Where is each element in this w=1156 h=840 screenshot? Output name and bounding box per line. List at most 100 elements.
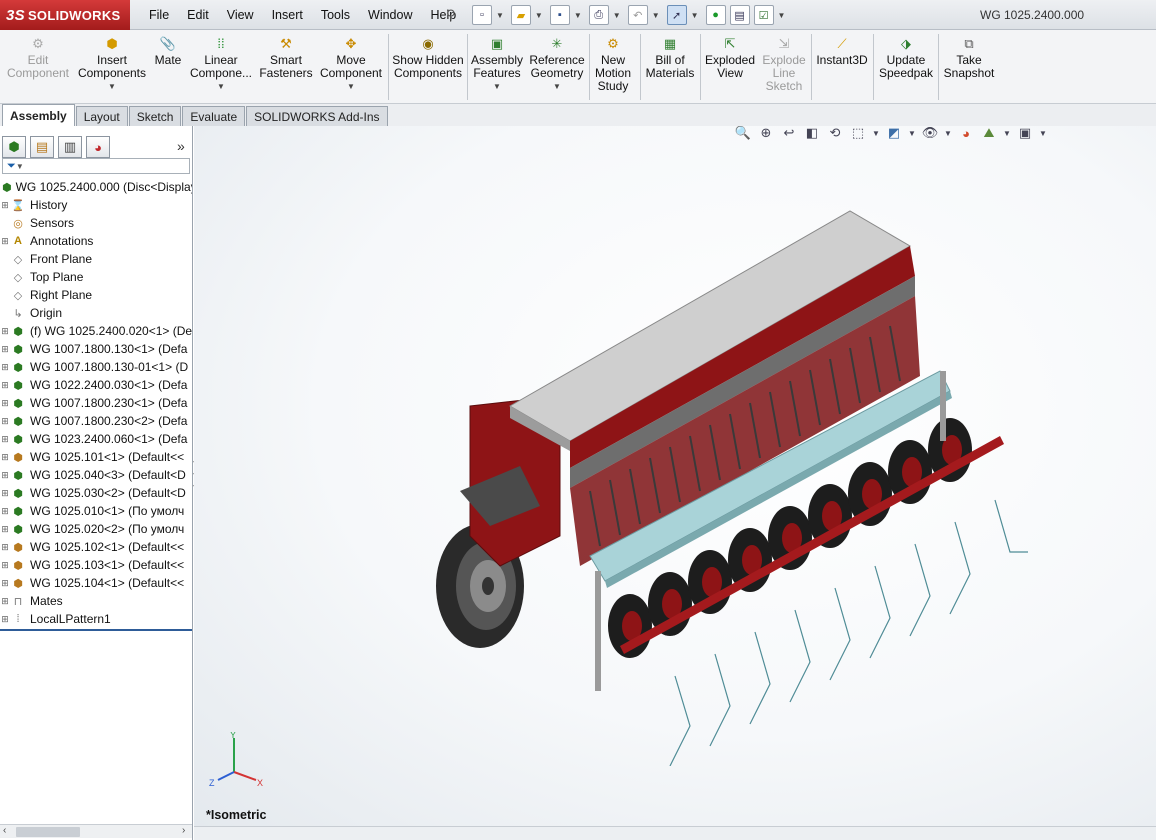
expand-icon[interactable]: ⊞	[0, 524, 10, 535]
edit-component-button[interactable]: ⚙ Edit Component	[6, 34, 70, 80]
new-motion-study-button[interactable]: ⚙ New Motion Study	[591, 34, 635, 93]
save-dropdown-icon[interactable]: ▼	[574, 11, 582, 20]
tree-item[interactable]: ◇ Right Plane	[0, 286, 192, 304]
tree-item[interactable]: ⊞ ⬢ WG 1025.040<3> (Default<D	[0, 466, 192, 484]
reference-geometry-dropdown-icon[interactable]: ▼	[528, 80, 586, 93]
tree-item[interactable]: ↳ Origin	[0, 304, 192, 322]
move-component-button[interactable]: ✥ Move Component ▼	[316, 34, 386, 93]
menu-help[interactable]: Help	[422, 8, 466, 22]
view-orientation-icon[interactable]: ⬚	[849, 126, 867, 142]
view-settings-icon[interactable]: ▣	[1016, 126, 1034, 142]
menu-edit[interactable]: Edit	[178, 8, 218, 22]
new-dropdown-icon[interactable]: ▼	[496, 11, 504, 20]
tree-item[interactable]: ⊞ ⁞ LocalLPattern1	[0, 610, 192, 628]
tree-item[interactable]: ⊞ ⬢ WG 1007.1800.230<2> (Defa	[0, 412, 192, 430]
select-pointer-icon[interactable]: ➚	[666, 5, 687, 25]
menu-tools[interactable]: Tools	[312, 8, 359, 22]
file-properties-icon[interactable]: ▤	[729, 5, 750, 25]
hide-show-dropdown-icon[interactable]: ▼	[944, 126, 952, 142]
expand-icon[interactable]: ⊞	[0, 236, 10, 247]
linear-pattern-dropdown-icon[interactable]: ▼	[188, 80, 254, 93]
mate-button[interactable]: 📎 Mate	[150, 34, 186, 67]
tree-item[interactable]: ⊞ ⬢ WG 1025.102<1> (Default<<	[0, 538, 192, 556]
previous-view-icon[interactable]: ↩	[780, 126, 798, 142]
section-view-icon[interactable]: ◧	[803, 126, 821, 142]
edit-appearance-icon[interactable]: ◕	[957, 126, 975, 142]
tab-layout[interactable]: Layout	[75, 106, 128, 126]
expand-icon[interactable]: ⊞	[0, 488, 10, 499]
expand-icon[interactable]: ⊞	[0, 200, 10, 211]
display-style-icon[interactable]: ◩	[885, 126, 903, 142]
filter-dropdown-icon[interactable]: ▼	[16, 162, 24, 171]
bill-of-materials-button[interactable]: ▦ Bill of Materials	[642, 34, 698, 80]
display-manager-tab-icon[interactable]: ◕	[86, 136, 110, 158]
scrollbar-thumb[interactable]	[16, 827, 80, 837]
expand-icon[interactable]: ⊞	[0, 596, 10, 607]
smart-fasteners-button[interactable]: ⚒ Smart Fasteners	[258, 34, 314, 80]
property-manager-tab-icon[interactable]: ▤	[30, 136, 54, 158]
tree-item[interactable]: ⊞ ⬢ WG 1022.2400.030<1> (Defa	[0, 376, 192, 394]
expand-icon[interactable]: ⊞	[0, 416, 10, 427]
tree-item[interactable]: ⊞ ⬢ WG 1025.104<1> (Default<<	[0, 574, 192, 592]
tree-item[interactable]: ⊞ ⬢ WG 1025.020<2> (По умолч	[0, 520, 192, 538]
linear-pattern-button[interactable]: ⁞⁞ Linear Compone... ▼	[188, 34, 254, 93]
save-icon[interactable]: ▪	[549, 5, 570, 25]
expand-icon[interactable]: ⊞	[0, 452, 10, 463]
instant3d-button[interactable]: ⟋ Instant3D	[813, 34, 871, 67]
zoom-to-fit-icon[interactable]: 🔍	[734, 126, 752, 142]
expand-icon[interactable]: ⊞	[0, 362, 10, 373]
options-dropdown-icon[interactable]: ▼	[778, 11, 786, 20]
configuration-manager-tab-icon[interactable]: ▥	[58, 136, 82, 158]
open-dropdown-icon[interactable]: ▼	[535, 11, 543, 20]
expand-icon[interactable]: ⊞	[0, 398, 10, 409]
update-speedpak-button[interactable]: ⬗ Update Speedpak	[876, 34, 936, 80]
tree-filter-input[interactable]: ⏷ ▼	[2, 158, 190, 174]
assembly-features-button[interactable]: ▣ Assembly Features ▼	[469, 34, 525, 93]
tree-item[interactable]: ⊞ ⊓ Mates	[0, 592, 192, 610]
tree-item[interactable]: ◎ Sensors	[0, 214, 192, 232]
take-snapshot-button[interactable]: ⧉ Take Snapshot	[940, 34, 998, 80]
expand-icon[interactable]: ⊞	[0, 470, 10, 481]
insert-components-dropdown-icon[interactable]: ▼	[76, 80, 148, 93]
tree-item[interactable]: ⊞ ⬢ WG 1025.010<1> (По умолч	[0, 502, 192, 520]
pin-menu-icon[interactable]: ⚲	[446, 7, 456, 23]
expand-icon[interactable]: ⊞	[0, 344, 10, 355]
apply-scene-dropdown-icon[interactable]: ▼	[1003, 126, 1011, 142]
rebuild-traffic-light-icon[interactable]: ●	[705, 5, 726, 25]
tab-addins[interactable]: SOLIDWORKS Add-Ins	[246, 106, 388, 126]
tree-item[interactable]: ⊞ ⬢ WG 1025.101<1> (Default<<	[0, 448, 192, 466]
options-icon[interactable]: ☑	[753, 5, 774, 25]
scroll-right-icon[interactable]: ›	[182, 825, 185, 836]
expand-icon[interactable]: ⊞	[0, 506, 10, 517]
show-hidden-components-button[interactable]: ◉ Show Hidden Components	[392, 34, 464, 80]
exploded-view-button[interactable]: ⇱ Exploded View	[702, 34, 758, 80]
expand-icon[interactable]: ⊞	[0, 380, 10, 391]
reference-geometry-button[interactable]: ✳ Reference Geometry ▼	[528, 34, 586, 93]
menu-insert[interactable]: Insert	[263, 8, 312, 22]
tab-assembly[interactable]: Assembly	[2, 104, 75, 126]
insert-components-button[interactable]: ⬢ Insert Components ▼	[76, 34, 148, 93]
open-folder-icon[interactable]: ▰	[510, 5, 531, 25]
menu-file[interactable]: File	[140, 8, 178, 22]
graphics-area[interactable]: 🔍 ⊕ ↩ ◧ ⟲ ⬚ ▼ ◩ ▼ 👁 ▼ ◕ ⛰ ▼ ▣ ▼ Y X Z *I…	[194, 126, 1156, 826]
expand-icon[interactable]: ⊞	[0, 542, 10, 553]
display-style-dropdown-icon[interactable]: ▼	[908, 126, 916, 142]
assembly-features-dropdown-icon[interactable]: ▼	[469, 80, 525, 93]
panel-expand-icon[interactable]: »	[177, 138, 185, 154]
undo-dropdown-icon[interactable]: ▼	[652, 11, 660, 20]
tree-item[interactable]: ◇ Top Plane	[0, 268, 192, 286]
apply-scene-icon[interactable]: ⛰	[980, 126, 998, 142]
expand-icon[interactable]: ⊞	[0, 614, 10, 625]
tree-item[interactable]: ⊞ ⬢ WG 1007.1800.130<1> (Defa	[0, 340, 192, 358]
tree-root-assembly[interactable]: ⬢ WG 1025.2400.000 (Disc<Display	[0, 178, 192, 196]
tree-item[interactable]: ⊞ ⬢ WG 1007.1800.130-01<1> (D	[0, 358, 192, 376]
print-icon[interactable]: ⎙	[588, 5, 609, 25]
view-orientation-dropdown-icon[interactable]: ▼	[872, 126, 880, 142]
tree-item[interactable]: ⊞ ⬢ WG 1025.103<1> (Default<<	[0, 556, 192, 574]
dynamic-annotation-icon[interactable]: ⟲	[826, 126, 844, 142]
horizontal-scrollbar[interactable]: ‹ ›	[0, 824, 192, 838]
tree-item[interactable]: ⊞ ⬢ WG 1025.030<2> (Default<D	[0, 484, 192, 502]
tree-item[interactable]: ⊞ ⌛ History	[0, 196, 192, 214]
feature-manager-tab-icon[interactable]: ⬢	[2, 136, 26, 158]
tab-evaluate[interactable]: Evaluate	[182, 106, 246, 126]
